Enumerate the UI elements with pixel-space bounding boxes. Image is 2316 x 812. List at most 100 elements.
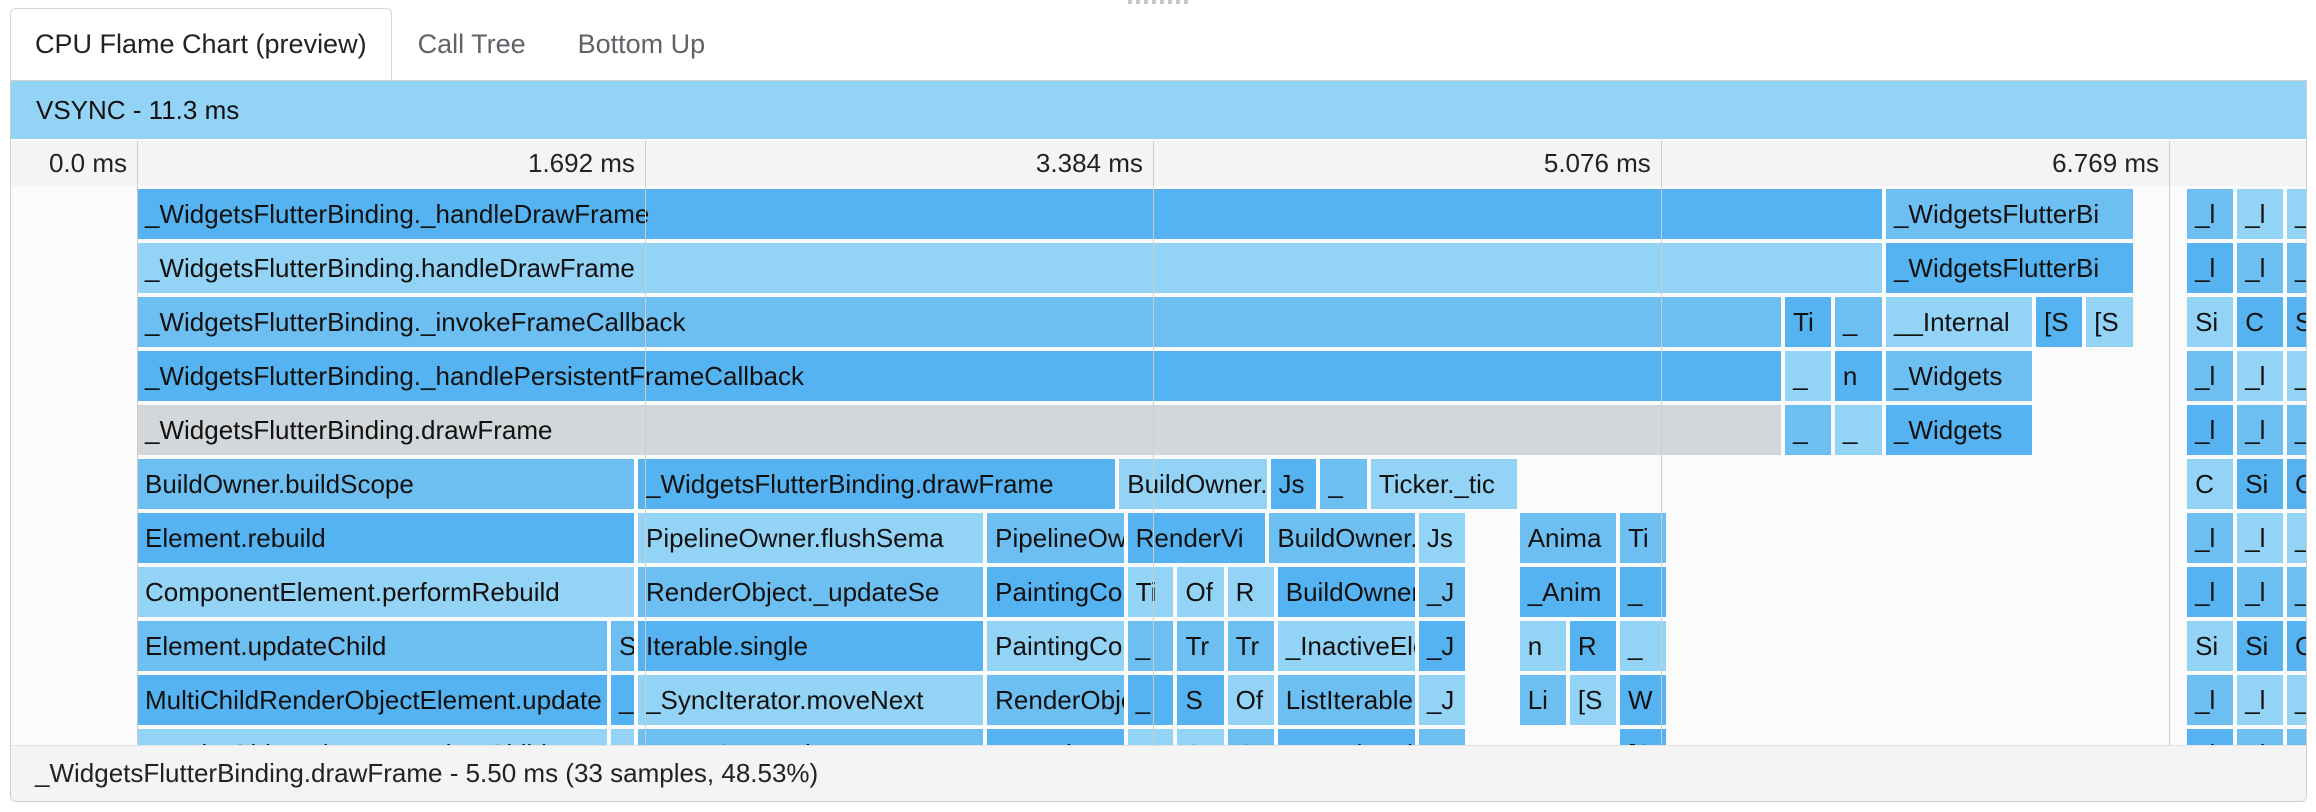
flame-node[interactable]: _l (2187, 189, 2234, 239)
flame-chart-area[interactable]: _WidgetsFlutterBinding._handleDrawFrame _… (11, 189, 2306, 746)
flame-node[interactable]: BuildOwner.fi (1277, 567, 1415, 617)
flame-node[interactable]: _l (2237, 675, 2284, 725)
flame-node[interactable]: _InactiveElem (1277, 729, 1415, 746)
flame-node[interactable]: _ (1127, 675, 1174, 725)
flame-node[interactable]: _l (2237, 243, 2284, 293)
flame-node[interactable]: Of (1227, 675, 1274, 725)
flame-node[interactable]: _l (2237, 567, 2284, 617)
flame-node[interactable]: _ (1320, 459, 1367, 509)
flame-node[interactable]: Tr (1177, 621, 1224, 671)
flame-node[interactable]: Ticker._tic (1370, 459, 1517, 509)
flame-node[interactable]: _l (2187, 567, 2234, 617)
flame-node[interactable]: R (1227, 567, 1274, 617)
flame-node[interactable]: n (1834, 351, 1882, 401)
flame-node[interactable]: _l (2237, 189, 2284, 239)
flame-node[interactable]: C (2237, 297, 2284, 347)
flame-node[interactable]: PaintingConte (987, 621, 1124, 671)
flame-node[interactable]: S (1177, 675, 1224, 725)
flame-node[interactable]: _l (2287, 351, 2306, 401)
flame-node[interactable]: C (2287, 459, 2306, 509)
flame-node[interactable]: _l (2287, 189, 2306, 239)
flame-node[interactable]: BuildOwner.fi (1119, 459, 1267, 509)
flame-node[interactable]: St (611, 621, 635, 671)
flame-node[interactable]: _ (611, 675, 635, 725)
flame-node[interactable]: _SyncIterator.moveNext (638, 675, 984, 725)
flame-node[interactable]: PipelineOwner.flushSema (638, 513, 984, 563)
flame-node[interactable]: RenderObject._updateSe (638, 567, 984, 617)
flame-node[interactable]: Iterable.single (638, 621, 984, 671)
flame-node[interactable]: Ti (1127, 567, 1174, 617)
flame-node[interactable]: _Widgets (1885, 405, 2033, 455)
flame-node[interactable]: W (1619, 675, 1667, 725)
flame-node[interactable]: PipelineOwne (987, 513, 1124, 563)
flame-node[interactable]: C (1227, 729, 1274, 746)
flame-node[interactable]: _l (2187, 405, 2234, 455)
flame-node[interactable]: RenderObject. (987, 675, 1124, 725)
flame-node[interactable]: Tr (1227, 621, 1274, 671)
flame-node[interactable]: Js (1418, 513, 1465, 563)
tab-cpu-flame-chart[interactable]: CPU Flame Chart (preview) (10, 8, 392, 80)
flame-node[interactable]: _l (2287, 243, 2306, 293)
flame-node[interactable]: S (1177, 729, 1224, 746)
flame-node[interactable]: _Widgets (1885, 351, 2033, 401)
flame-node[interactable]: n (1519, 621, 1566, 671)
flame-node[interactable]: _InactiveElem (1277, 621, 1415, 671)
flame-node[interactable]: _ (1619, 621, 1667, 671)
flame-node[interactable]: _l (2287, 729, 2306, 746)
flame-node[interactable]: _l (2287, 405, 2306, 455)
flame-node[interactable]: Js (1127, 729, 1174, 746)
flame-node[interactable]: _ (1785, 351, 1831, 401)
flame-node[interactable]: ComponentElement.performRebuild (137, 567, 635, 617)
flame-node[interactable]: _l (2237, 513, 2284, 563)
flame-node[interactable]: _ (1619, 567, 1667, 617)
flame-node[interactable]: _l (2187, 675, 2234, 725)
flame-node[interactable]: _RenderProxy (987, 729, 1124, 746)
flame-node[interactable]: S (2287, 297, 2306, 347)
flame-node[interactable]: _l (2237, 351, 2284, 401)
flame-node[interactable]: Si (2187, 621, 2234, 671)
flame-node[interactable]: Si (2237, 621, 2284, 671)
flame-node[interactable]: _l (2287, 513, 2306, 563)
flame-node[interactable]: BuildOwner.buildScope (137, 459, 635, 509)
flame-node[interactable]: Of (1177, 567, 1224, 617)
flame-node[interactable]: _ (1834, 297, 1882, 347)
flame-node[interactable]: Anima (1519, 513, 1616, 563)
flame-node[interactable]: _RootSemanticsFragment (638, 729, 984, 746)
flame-node[interactable]: _WidgetsFlutterBinding.drawFrame (137, 405, 1782, 455)
flame-node[interactable]: _l (2287, 567, 2306, 617)
flame-node[interactable]: _l (2187, 513, 2234, 563)
flame-node[interactable]: BuildOwner.lo (1269, 513, 1415, 563)
flame-node[interactable]: _l (2237, 405, 2284, 455)
flame-node[interactable]: C (2287, 621, 2306, 671)
flame-node[interactable]: Si (2237, 459, 2284, 509)
flame-node[interactable]: [S (2086, 297, 2133, 347)
tab-call-tree[interactable]: Call Tree (392, 8, 552, 80)
flame-node[interactable]: _J (1418, 729, 1465, 746)
vsync-section-header[interactable]: VSYNC - 11.3 ms (11, 81, 2306, 139)
flame-node[interactable]: _J (1418, 567, 1465, 617)
flame-node[interactable]: _Anim (1519, 567, 1616, 617)
flame-node[interactable]: MultiChildRenderObjectElement.update (137, 675, 608, 725)
flame-node[interactable]: _WidgetsFlutterBinding._invokeFrameCallb… (137, 297, 1782, 347)
flame-node[interactable]: _l (2287, 675, 2306, 725)
flame-node[interactable]: RenderObjectElement.updateChildren (137, 729, 608, 746)
flame-node[interactable]: _l (2187, 243, 2234, 293)
flame-node[interactable]: _l (2237, 729, 2284, 746)
flame-node[interactable]: Element.updateChild (137, 621, 608, 671)
flame-node[interactable]: _l (2187, 729, 2234, 746)
flame-node[interactable]: _WidgetsFlutterBinding._handlePersistent… (137, 351, 1782, 401)
flame-node[interactable]: [S (1569, 675, 1616, 725)
flame-node[interactable]: _l (2187, 351, 2234, 401)
flame-node[interactable]: Ti (1619, 513, 1667, 563)
flame-node[interactable]: _ (1834, 405, 1882, 455)
flame-node[interactable]: _WidgetsFlutterBinding._handleDrawFrame (137, 189, 1882, 239)
flame-node[interactable]: Li (1519, 675, 1566, 725)
flame-node[interactable]: _J (1418, 621, 1465, 671)
tab-bottom-up[interactable]: Bottom Up (552, 8, 732, 80)
flame-node[interactable]: ListIterable.for (1277, 675, 1415, 725)
panel-resize-handle[interactable] (1128, 0, 1188, 4)
flame-node[interactable]: RenderVi (1127, 513, 1266, 563)
flame-node[interactable]: Element.rebuild (137, 513, 635, 563)
flame-node[interactable]: _WidgetsFlutterBi (1885, 243, 2133, 293)
flame-node[interactable]: __Internal (1885, 297, 2033, 347)
